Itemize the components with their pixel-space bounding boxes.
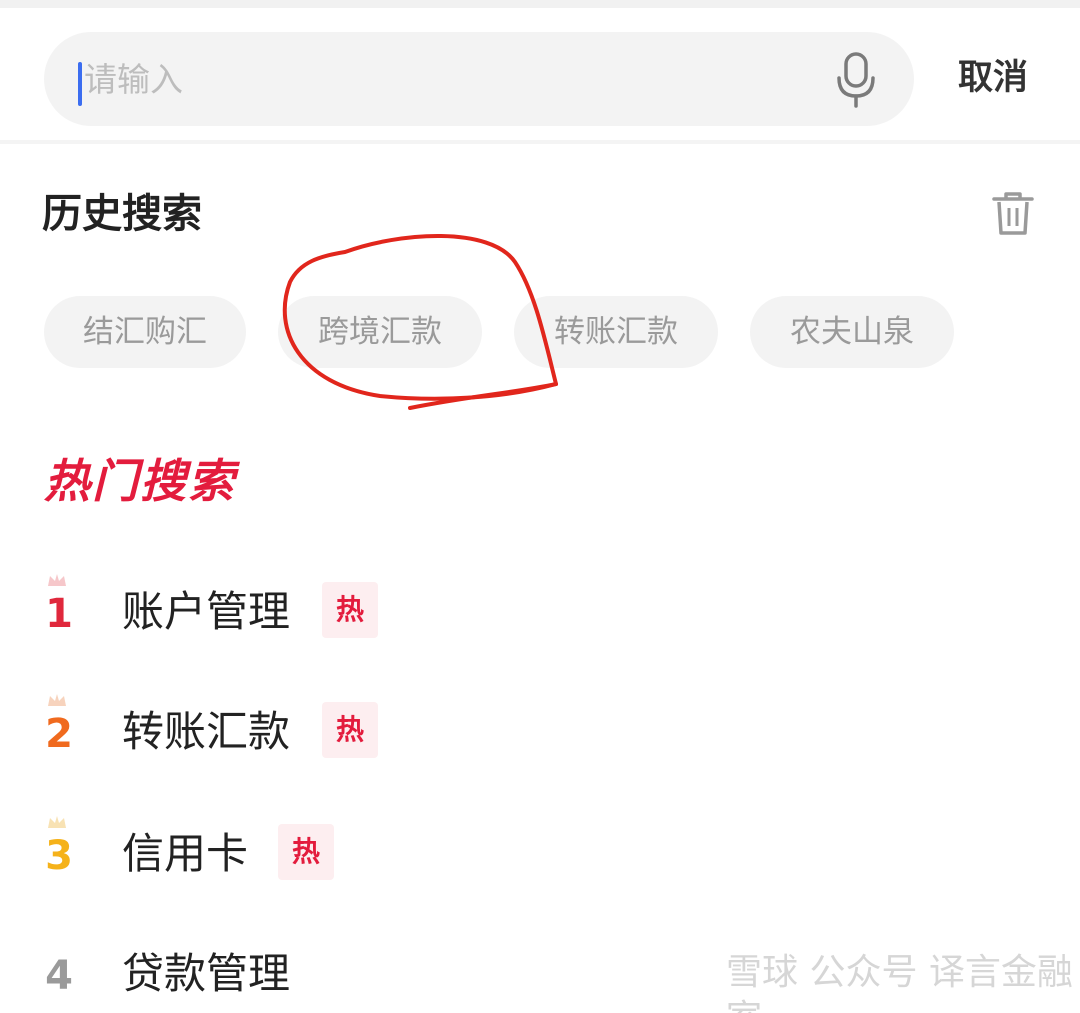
- hot-badge: 热: [322, 702, 378, 758]
- crown-icon: [48, 816, 66, 828]
- history-chip[interactable]: 结汇购汇: [44, 296, 246, 368]
- search-header: 取消: [0, 8, 1080, 144]
- hot-item-label: 贷款管理: [122, 949, 291, 998]
- crown-icon: [48, 694, 66, 706]
- history-section-title: 历史搜索: [42, 191, 202, 237]
- hot-section-title: 热门搜索: [44, 454, 236, 508]
- history-chip[interactable]: 转账汇款: [514, 296, 718, 368]
- hot-item-3[interactable]: 3 信用卡 热: [0, 814, 1080, 904]
- rank-number: 2: [45, 711, 73, 757]
- rank-number: 1: [45, 591, 73, 637]
- rank-number: 4: [45, 953, 73, 999]
- hot-badge: 热: [322, 582, 378, 638]
- crown-icon: [48, 574, 66, 586]
- rank-number: 3: [45, 833, 73, 879]
- hot-item-label: 信用卡: [122, 829, 249, 878]
- trash-icon[interactable]: [992, 190, 1034, 236]
- hot-item-label: 转账汇款: [122, 707, 291, 756]
- hot-badge: 热: [278, 824, 334, 880]
- search-box[interactable]: [44, 32, 914, 126]
- hot-item-2[interactable]: 2 转账汇款 热: [0, 692, 1080, 782]
- history-chip[interactable]: 跨境汇款: [278, 296, 482, 368]
- microphone-icon[interactable]: [834, 52, 878, 108]
- hot-item-label: 账户管理: [122, 587, 291, 636]
- status-bar-edge: [0, 0, 1080, 8]
- history-chip[interactable]: 农夫山泉: [750, 296, 954, 368]
- cancel-button[interactable]: 取消: [958, 56, 1028, 100]
- watermark-text: 雪球 公众号 译言金融室: [726, 952, 1073, 1013]
- search-input[interactable]: [80, 50, 800, 108]
- hot-item-1[interactable]: 1 账户管理 热: [0, 572, 1080, 662]
